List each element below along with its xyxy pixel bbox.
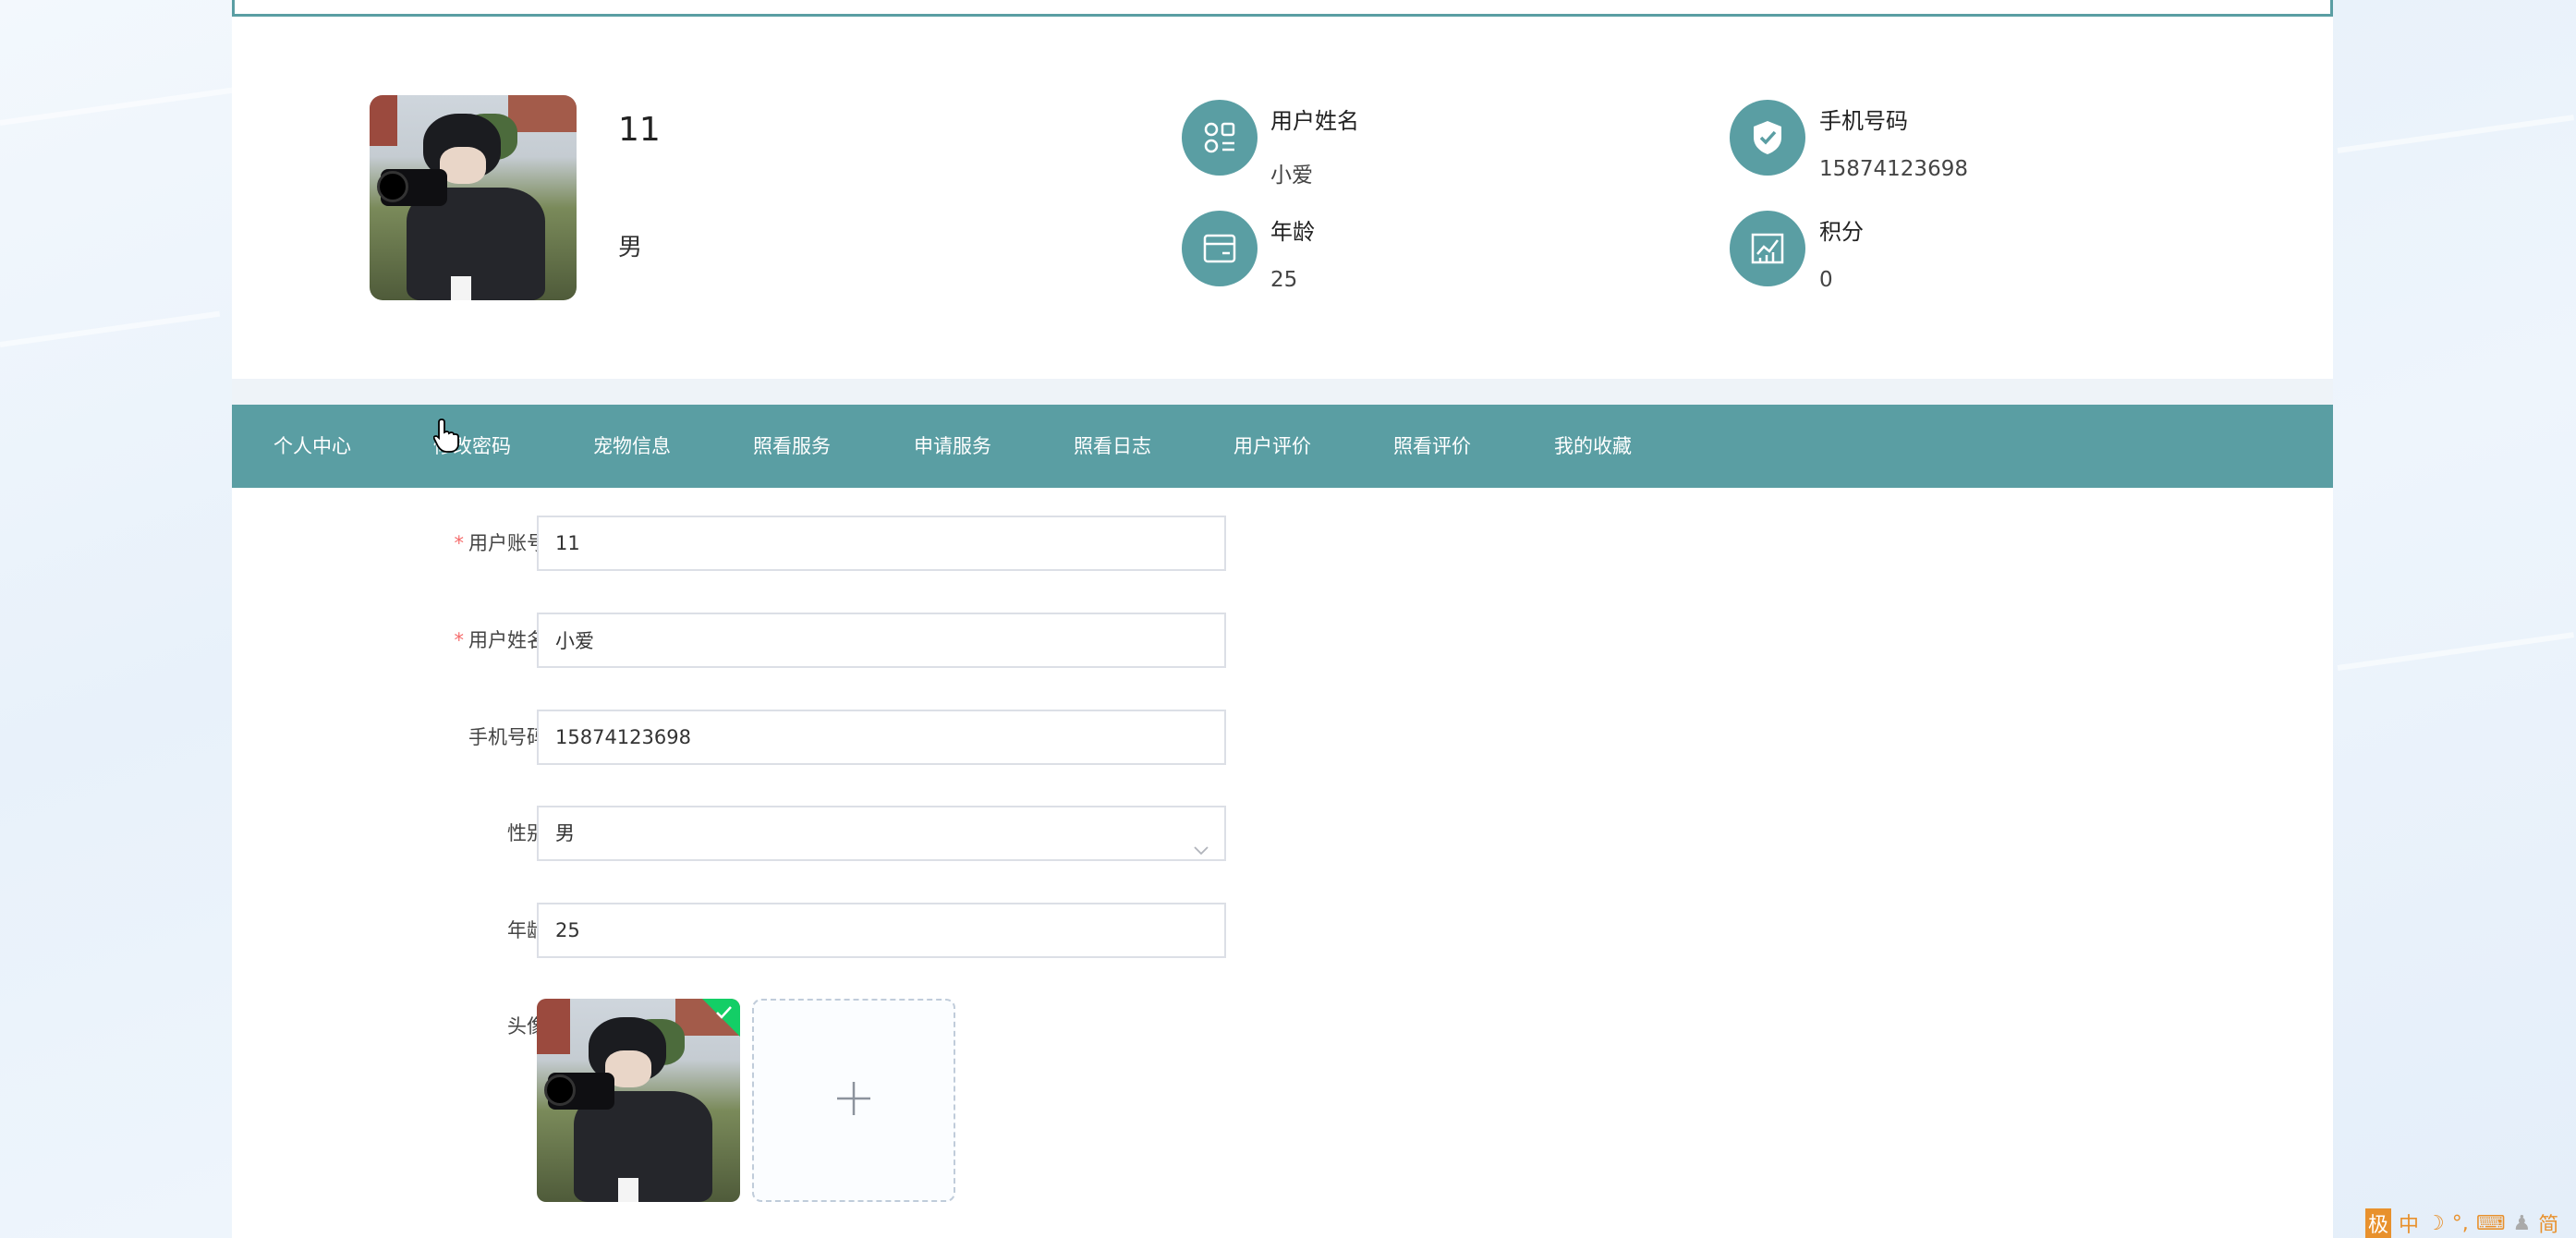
ime-logo-icon[interactable]: 极	[2365, 1208, 2392, 1238]
info-value-points: 0	[1819, 268, 1833, 292]
uploaded-avatar-photo	[537, 999, 740, 1202]
info-value-phone: 15874123698	[1819, 157, 1968, 181]
ime-keyboard-icon[interactable]: ⌨	[2476, 1212, 2506, 1235]
nav-item-care-log[interactable]: 照看日志	[1074, 405, 1151, 488]
ime-chinese-mode[interactable]: 中	[2399, 1208, 2419, 1238]
nav-item-personal-center[interactable]: 个人中心	[273, 405, 351, 488]
avatar-label: 头像	[507, 1015, 546, 1038]
profile-username: 11	[618, 111, 661, 149]
card-icon	[1182, 211, 1258, 286]
info-label-age: 年龄	[1270, 219, 1315, 245]
gender-select-value: 男	[555, 822, 575, 844]
nav-item-care-service[interactable]: 照看服务	[753, 405, 831, 488]
form-row-phone: 手机号码	[232, 710, 1230, 765]
nav-item-my-favorites[interactable]: 我的收藏	[1554, 405, 1632, 488]
uploaded-avatar[interactable]	[537, 999, 740, 1202]
age-label: 年龄	[507, 919, 546, 941]
info-label-name: 用户姓名	[1270, 108, 1359, 134]
form-row-age: 年龄	[232, 903, 1230, 958]
check-icon	[712, 1001, 736, 1025]
shield-check-icon	[1730, 100, 1805, 176]
required-mark: *	[454, 629, 465, 651]
phone-label: 手机号码	[468, 726, 546, 748]
name-label: * 用户姓名	[361, 613, 547, 668]
profile-summary: 11 男 用户姓名 小爱 手机号码 15874123698 年龄 25 积分 0	[232, 17, 2333, 379]
user-grid-icon	[1182, 100, 1258, 176]
avatar-photo	[370, 95, 577, 300]
ime-punctuation-icon[interactable]: °,	[2452, 1212, 2469, 1235]
account-label-text: 用户账号	[468, 532, 546, 554]
ime-simplified-mode[interactable]: 简	[2538, 1208, 2558, 1238]
info-label-points: 积分	[1819, 219, 1864, 245]
ime-toolbar: 极 中 ☽ °, ⌨ ♟ 简	[2365, 1208, 2576, 1238]
form-row-name: * 用户姓名	[232, 613, 1230, 668]
name-label-text: 用户姓名	[468, 629, 546, 651]
profile-avatar	[370, 95, 577, 300]
form-row-account: * 用户账号	[232, 516, 1230, 571]
nav-item-apply-service[interactable]: 申请服务	[914, 405, 991, 488]
gender-select[interactable]: 男	[537, 806, 1226, 861]
section-divider	[232, 379, 2333, 405]
nav-item-care-review[interactable]: 照看评价	[1393, 405, 1471, 488]
background-decoration	[2337, 115, 2574, 153]
info-label-phone: 手机号码	[1819, 108, 1908, 134]
ime-user-icon[interactable]: ♟	[2513, 1212, 2532, 1235]
name-input[interactable]	[537, 613, 1226, 668]
background-decoration	[2337, 632, 2574, 671]
background-decoration	[0, 310, 221, 347]
age-input[interactable]	[537, 903, 1226, 958]
top-panel-border	[232, 0, 2333, 17]
nav-item-pet-info[interactable]: 宠物信息	[593, 405, 671, 488]
phone-input[interactable]	[537, 710, 1226, 765]
account-label: * 用户账号	[361, 516, 547, 571]
hand-cursor-icon	[432, 418, 459, 453]
ime-moon-icon[interactable]: ☽	[2426, 1212, 2445, 1235]
form-row-gender: 性别 男	[232, 806, 1230, 861]
page-container: 11 男 用户姓名 小爱 手机号码 15874123698 年龄 25 积分 0…	[232, 0, 2333, 1238]
chart-icon	[1730, 211, 1805, 286]
required-mark: *	[454, 532, 465, 554]
chevron-down-icon	[1193, 826, 1209, 856]
nav-item-user-review[interactable]: 用户评价	[1233, 405, 1311, 488]
info-value-name: 小爱	[1270, 164, 1313, 188]
gender-label: 性别	[507, 822, 546, 844]
info-value-age: 25	[1270, 268, 1298, 292]
account-input[interactable]	[537, 516, 1226, 571]
profile-gender: 男	[618, 234, 643, 261]
plus-icon	[833, 1078, 874, 1123]
center-nav-bar: 个人中心 修改密码 宠物信息 照看服务 申请服务 照看日志 用户评价 照看评价 …	[232, 405, 2333, 488]
background-decoration	[0, 86, 238, 126]
upload-add-button[interactable]	[752, 999, 955, 1202]
